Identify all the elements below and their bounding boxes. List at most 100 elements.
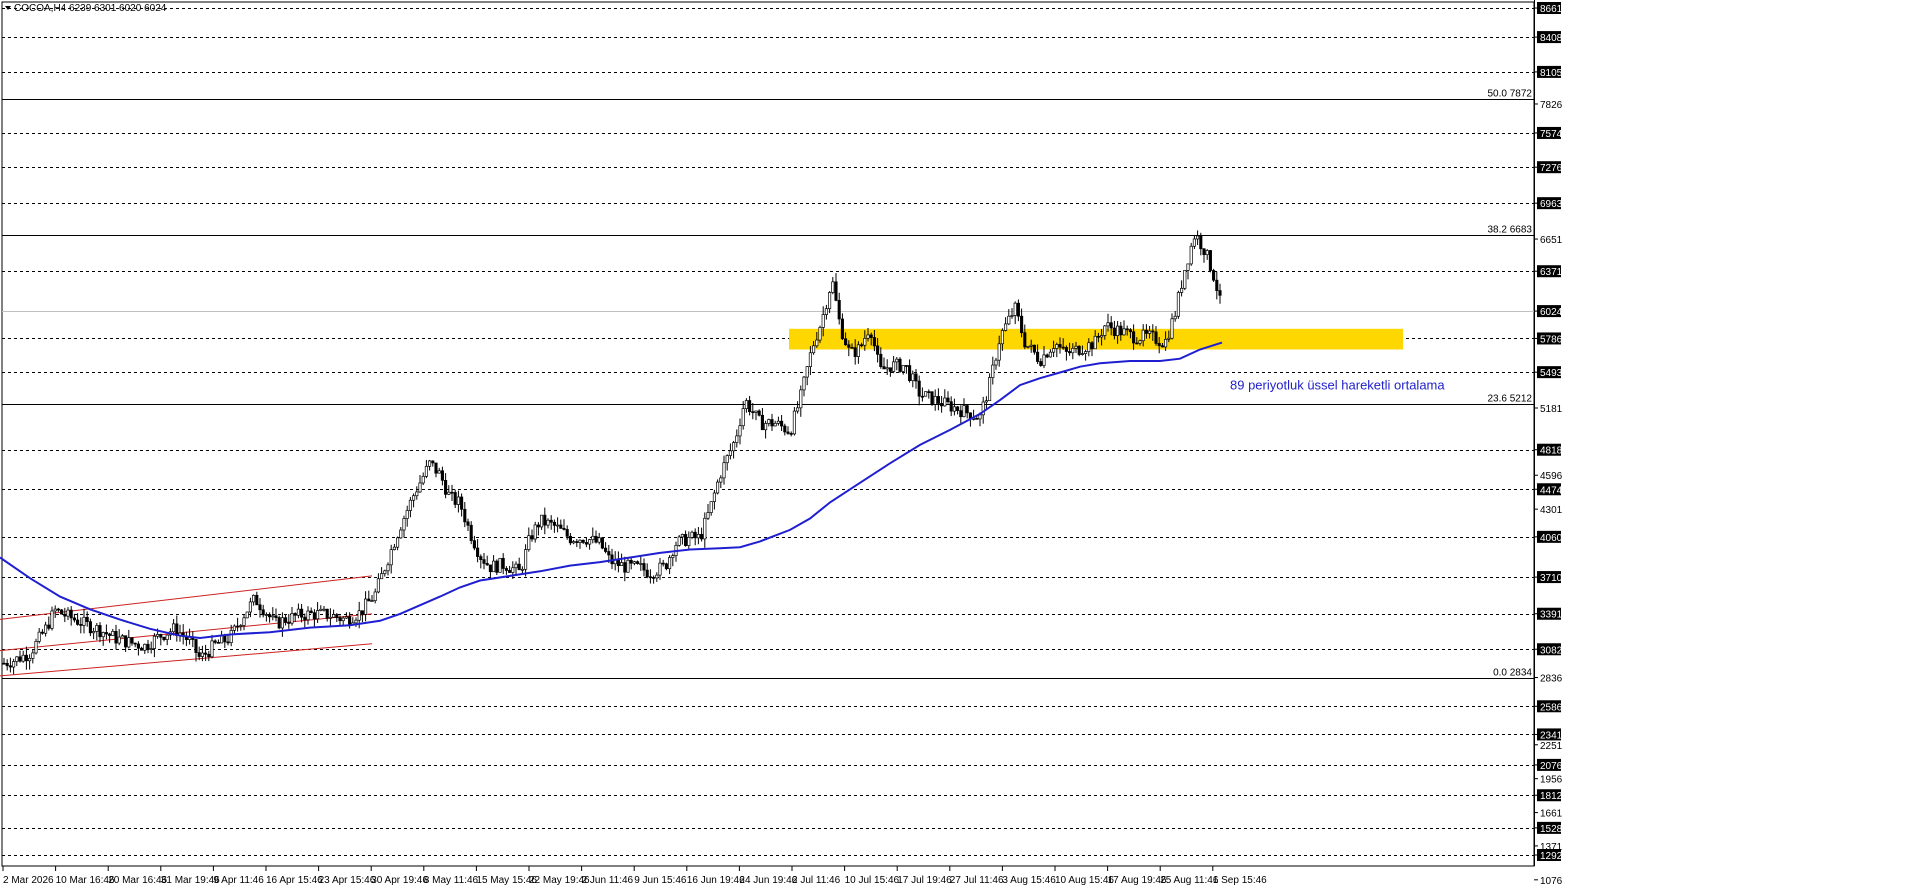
candle-body — [786, 431, 790, 434]
y-tick-label: 1812 — [1540, 791, 1563, 802]
candle-body — [517, 563, 521, 571]
fib-label: 38.2 6683 — [1488, 225, 1533, 236]
y-tick-label: 7826 — [1540, 100, 1563, 111]
candle-body — [53, 608, 57, 612]
candle-body — [776, 420, 780, 424]
candle-body — [997, 343, 1001, 361]
candle-body — [293, 613, 297, 616]
candle — [1189, 242, 1193, 266]
candle-body — [780, 420, 784, 427]
candle-body — [1109, 322, 1113, 329]
candle-body — [220, 635, 224, 644]
candle-body — [668, 557, 672, 570]
candle-body — [1192, 238, 1196, 247]
candle-body — [450, 491, 454, 494]
candle-body — [946, 397, 950, 403]
candle-body — [536, 524, 540, 528]
y-tick-label: 4060 — [1540, 533, 1563, 544]
candle-body — [60, 609, 64, 615]
candle-body — [1013, 302, 1017, 316]
candle-body — [546, 519, 550, 526]
candle-body — [933, 396, 937, 405]
candle-body — [645, 569, 649, 578]
candle-body — [1125, 328, 1129, 331]
candle-body — [831, 281, 835, 293]
candle-body — [1007, 315, 1011, 325]
candle-body — [488, 564, 492, 573]
candle-body — [437, 470, 441, 474]
candle-body — [242, 617, 246, 626]
candle-body — [364, 598, 368, 615]
ema-annotation: 89 periyotluk üssel hareketli ortalama — [1230, 378, 1445, 393]
candle-body — [757, 410, 761, 416]
candle-body — [872, 337, 876, 347]
candle-body — [149, 648, 153, 650]
price-chart: 50.0 7872 38.2 6683 23.6 5212 0.0 2834 8661… — [0, 0, 1916, 888]
candle-body — [40, 631, 44, 634]
chart-header: COCOA,H4 6239 6301 6020 6024 — [5, 3, 167, 14]
symbol-ohlc-header: COCOA,H4 6239 6301 6020 6024 — [14, 3, 167, 14]
x-tick-label: 30 Apr 19:46 — [371, 875, 428, 886]
candle-body — [229, 629, 233, 643]
candle — [792, 407, 796, 436]
x-tick-label: 2 Jun 11:46 — [582, 875, 634, 886]
candle-body — [856, 344, 860, 357]
candle-body — [917, 380, 921, 397]
candle-body — [236, 625, 240, 628]
candle-body — [1080, 353, 1084, 355]
candle-body — [853, 347, 857, 357]
candle-body — [799, 389, 803, 409]
candle-body — [818, 327, 822, 341]
candle-body — [581, 539, 585, 543]
candle-body — [223, 635, 227, 643]
candle-body — [607, 551, 611, 556]
candle-body — [117, 636, 121, 644]
candle-body — [796, 407, 800, 412]
candle-body — [172, 623, 176, 633]
candle-body — [136, 643, 140, 649]
candle-body — [1071, 347, 1075, 354]
candle-body — [271, 615, 275, 618]
y-tick-label: 5786 — [1540, 334, 1563, 345]
candle — [1212, 268, 1216, 282]
candle-body — [92, 631, 96, 634]
candle-body — [1042, 354, 1046, 366]
x-tick-label: 1 Sep 15:46 — [1213, 875, 1267, 886]
candle — [677, 534, 681, 547]
candle-body — [252, 594, 256, 603]
y-tick-label: 4301 — [1540, 505, 1563, 516]
candle-body — [1205, 250, 1209, 256]
candle-body — [8, 665, 12, 668]
candle-body — [1151, 330, 1155, 333]
candle-body — [1167, 337, 1171, 340]
candle-body — [936, 396, 940, 404]
candle-body — [88, 621, 92, 634]
candle-body — [482, 559, 486, 564]
candle-body — [479, 556, 483, 560]
candle-body — [274, 615, 278, 618]
candle-body — [85, 616, 89, 622]
candle-body — [197, 652, 201, 657]
candle — [924, 391, 928, 397]
candle-body — [994, 359, 998, 366]
candle-body — [495, 560, 499, 573]
candle-body — [47, 624, 51, 629]
candle-body — [200, 652, 204, 657]
candle-body — [290, 613, 294, 624]
candle-body — [901, 365, 905, 372]
candle-body — [104, 632, 108, 635]
candle-body — [1173, 315, 1177, 320]
candle-body — [501, 557, 505, 569]
candle-body — [50, 610, 54, 629]
candle-body — [808, 352, 812, 367]
y-tick-label: 4818 — [1540, 446, 1563, 457]
candle-body — [319, 608, 323, 611]
candle-body — [24, 654, 28, 662]
candle-body — [530, 535, 534, 540]
candle-body — [895, 358, 899, 363]
candle-body — [1199, 235, 1203, 250]
candle-body — [469, 524, 473, 541]
candle-body — [1061, 346, 1065, 349]
candle — [600, 537, 604, 550]
y-tick-label: 4474 — [1540, 485, 1563, 496]
